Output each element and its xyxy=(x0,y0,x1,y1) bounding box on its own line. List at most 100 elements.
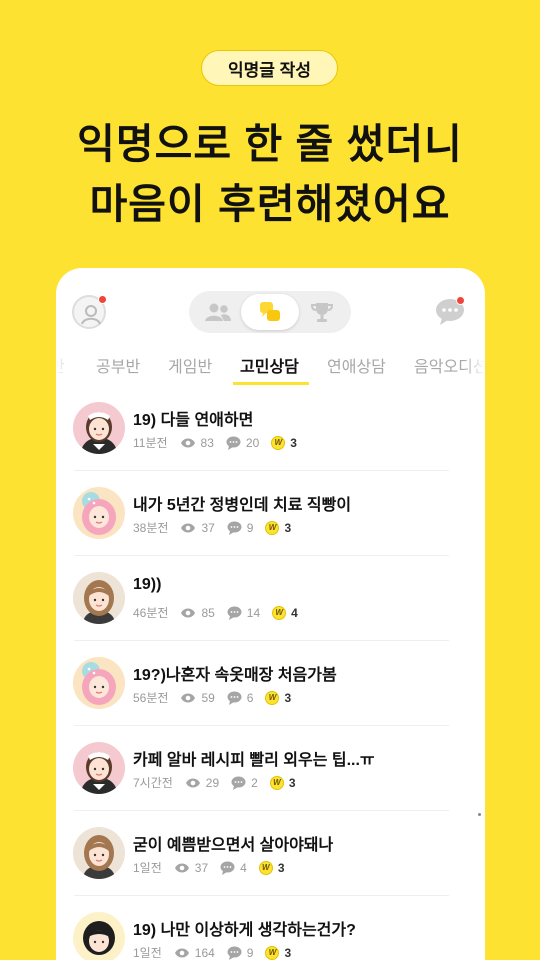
view-count-value: 37 xyxy=(201,520,215,535)
post-title: 굳이 예쁨받으면서 살아야돼나 xyxy=(133,837,334,854)
eye-icon xyxy=(181,523,196,532)
coin-count-value: 3 xyxy=(288,775,296,790)
coin-count-value: 3 xyxy=(277,860,285,875)
comment-icon xyxy=(227,606,242,620)
author-avatar xyxy=(73,657,125,709)
post-meta: 56분전 59 6 W 3 xyxy=(133,689,291,706)
eye-icon xyxy=(185,778,200,787)
post-time: 7시간전 xyxy=(133,776,173,790)
trophy-icon xyxy=(310,303,334,322)
coin-count-value: 3 xyxy=(284,945,292,960)
view-count: 83 xyxy=(180,436,214,450)
comment-count-value: 6 xyxy=(246,690,254,705)
coin-icon: W xyxy=(265,520,280,535)
post-row[interactable]: 내가 5년간 정병인데 치료 직빵이 38분전 37 9 W 3 xyxy=(56,471,485,556)
view-count: 59 xyxy=(180,690,215,705)
tab-dating[interactable]: 연애상담 xyxy=(327,353,386,377)
view-count: 37 xyxy=(174,861,208,875)
comment-count-value: 9 xyxy=(246,945,254,960)
tabs-fade-left xyxy=(56,348,78,384)
coin-count-value: 3 xyxy=(284,690,292,705)
post-title: 19?)나혼자 속옷매장 처음가봄 xyxy=(133,667,337,684)
eye-icon xyxy=(181,608,196,617)
post-time: 56분전 xyxy=(133,691,169,705)
community-tab-button[interactable] xyxy=(241,294,299,330)
post-row[interactable]: 19)) 46분전 85 14 W 4 xyxy=(56,556,485,641)
post-time: 11분전 xyxy=(133,436,168,450)
post-time: 46분전 xyxy=(133,606,169,620)
active-tab-indicator xyxy=(233,382,309,385)
comment-icon xyxy=(227,691,242,705)
message-notification-dot xyxy=(456,296,465,305)
comment-icon xyxy=(220,861,235,875)
comment-count: 14 xyxy=(227,606,260,620)
post-time: 1일전 xyxy=(133,861,162,875)
headline-line-1: 익명으로 한 줄 썼더니 xyxy=(77,121,463,167)
view-count: 85 xyxy=(180,605,215,620)
tab-study[interactable]: 공부반 xyxy=(96,353,140,377)
author-avatar xyxy=(73,402,125,454)
post-title: 19)) xyxy=(133,576,162,593)
comment-count: 6 xyxy=(227,690,254,705)
comment-count-value: 14 xyxy=(246,605,261,620)
view-count-value: 37 xyxy=(194,860,209,875)
view-count: 164 xyxy=(174,946,215,960)
view-count-value: 164 xyxy=(194,945,215,960)
comment-icon xyxy=(231,776,246,790)
coin-count: W3 xyxy=(265,945,292,960)
friends-tab-button[interactable] xyxy=(193,291,243,333)
category-tabs: 반 공부반 게임반 고민상담 연애상담 음악오디션 xyxy=(56,348,485,388)
post-time: 1일전 xyxy=(133,946,162,960)
post-row[interactable]: 19) 나만 이상하게 생각하는건가? 1일전 164 9 W 3 xyxy=(56,896,485,960)
eye-icon xyxy=(174,863,189,872)
post-meta: 38분전 37 9 W 3 xyxy=(133,519,291,536)
coin-count-value: 4 xyxy=(291,605,298,620)
comment-count: 2 xyxy=(231,776,258,790)
post-meta: 1일전 37 4 W 3 xyxy=(133,859,285,876)
view-count-value: 83 xyxy=(200,435,214,450)
comment-icon xyxy=(226,436,241,450)
post-title: 내가 5년간 정병인데 치료 직빵이 xyxy=(133,497,352,514)
view-count-value: 85 xyxy=(201,605,215,620)
coin-icon: W xyxy=(269,775,284,790)
coin-count: W3 xyxy=(265,690,292,705)
post-meta: 1일전 164 9 W 3 xyxy=(133,944,291,960)
comment-count: 4 xyxy=(220,861,247,875)
post-row[interactable]: 카페 알바 레시피 빨리 외우는 팁...ㅠ 7시간전 29 2 W 3 xyxy=(56,726,485,811)
author-avatar xyxy=(73,912,125,960)
eye-icon xyxy=(180,438,195,447)
post-meta: 7시간전 29 2 W 3 xyxy=(133,774,296,791)
coin-count: W3 xyxy=(265,520,291,535)
coin-icon: W xyxy=(265,690,280,705)
coin-count: W3 xyxy=(271,435,297,450)
chat-bubbles-icon xyxy=(260,302,280,321)
ranking-tab-button[interactable] xyxy=(297,291,347,333)
coin-count: W4 xyxy=(272,605,298,620)
eye-icon xyxy=(174,948,189,957)
comment-count: 9 xyxy=(227,945,254,960)
tab-counseling[interactable]: 고민상담 xyxy=(240,353,299,377)
tab-game[interactable]: 게임반 xyxy=(168,353,212,377)
post-meta: 11분전 83 20 W 3 xyxy=(133,434,297,451)
comment-icon xyxy=(227,521,242,535)
comment-count-value: 4 xyxy=(240,860,247,875)
comment-count-value: 2 xyxy=(251,775,258,790)
eye-icon xyxy=(181,693,196,702)
post-meta: 46분전 85 14 W 4 xyxy=(133,604,298,621)
post-title: 카페 알바 레시피 빨리 외우는 팁...ㅠ xyxy=(133,752,375,769)
author-avatar xyxy=(73,742,125,794)
view-count: 29 xyxy=(185,776,219,790)
view-count-value: 59 xyxy=(201,690,215,705)
anonymous-post-badge: 익명글 작성 xyxy=(201,50,338,86)
post-title: 19) 나만 이상하게 생각하는건가? xyxy=(133,922,356,939)
author-avatar xyxy=(73,827,125,879)
post-row[interactable]: 굳이 예쁨받으면서 살아야돼나 1일전 37 4 W 3 xyxy=(56,811,485,896)
scroll-indicator xyxy=(478,813,481,816)
post-row[interactable]: 19) 다들 연애하면 11분전 83 20 W 3 xyxy=(56,386,485,471)
post-row[interactable]: 19?)나혼자 속옷매장 처음가봄 56분전 59 6 W 3 xyxy=(56,641,485,726)
friends-icon xyxy=(205,303,231,321)
coin-count-value: 3 xyxy=(290,435,297,450)
post-time: 38분전 xyxy=(133,521,169,535)
author-avatar xyxy=(73,487,125,539)
coin-count: W3 xyxy=(258,860,285,875)
